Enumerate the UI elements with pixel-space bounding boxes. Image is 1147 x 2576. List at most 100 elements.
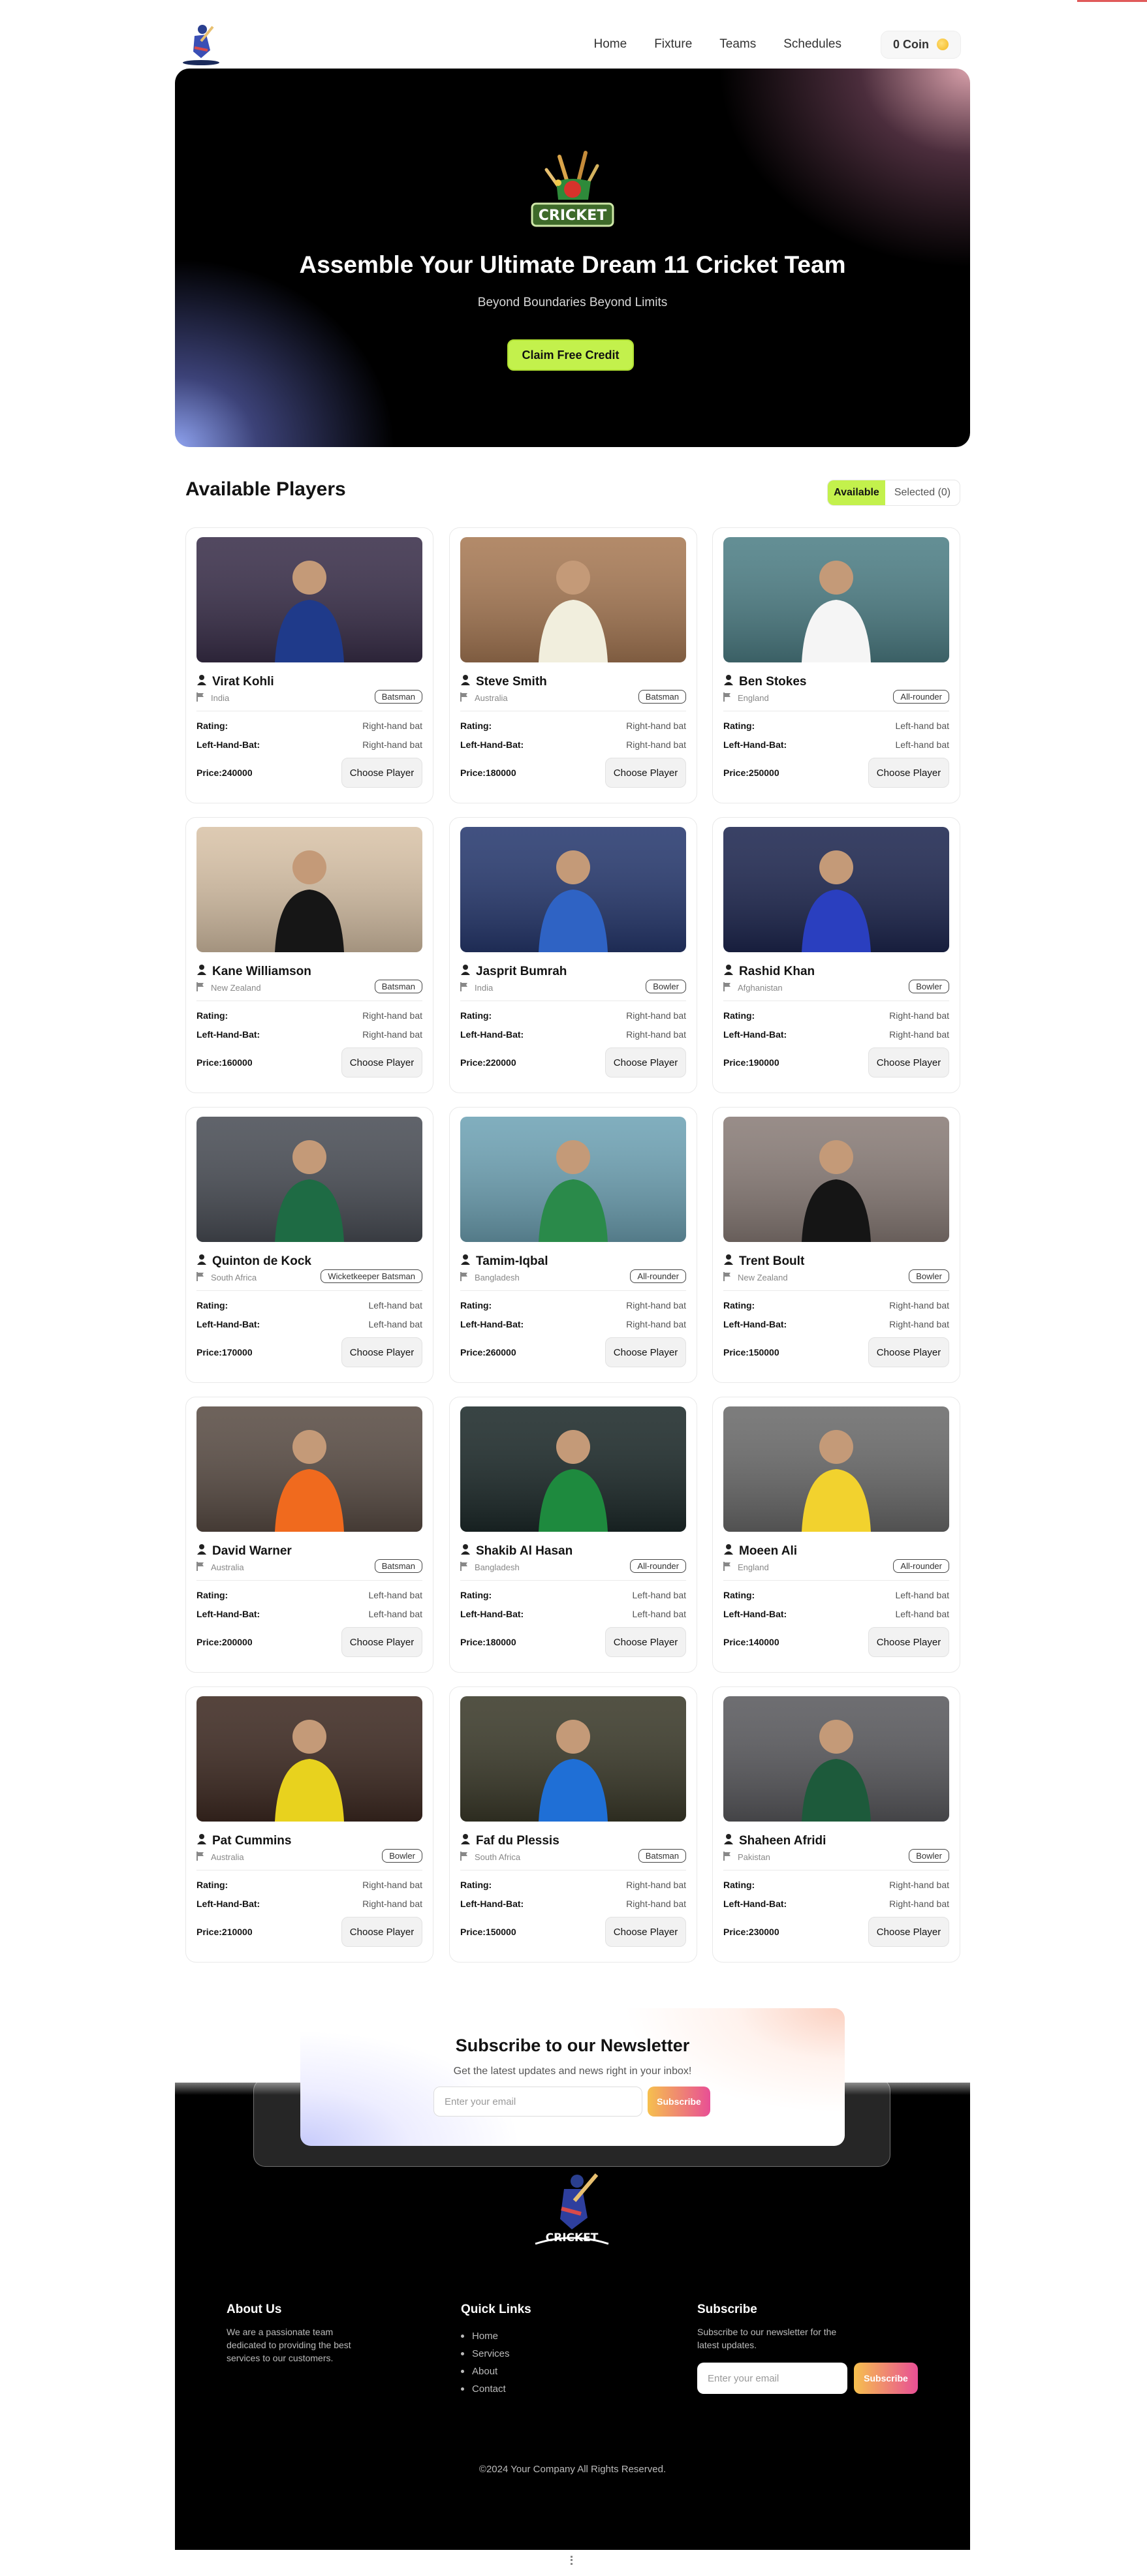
- rating-label: Rating:: [723, 1010, 755, 1021]
- player-photo: [460, 1696, 686, 1822]
- navbar: Home Fixture Teams Schedules 0 Coin: [175, 18, 961, 70]
- page: Home Fixture Teams Schedules 0 Coin CRIC…: [0, 0, 1147, 2576]
- rating-label: Rating:: [723, 1300, 755, 1311]
- rating-value: Left-hand bat: [632, 1590, 686, 1600]
- footer-logo: CRICKET: [529, 2167, 615, 2252]
- player-name: Tamim-Iqbal: [460, 1254, 548, 1269]
- player-card: Tamim-Iqbal Bangladesh All-rounder Rating: R…: [449, 1107, 697, 1383]
- player-name-text: Shaheen Afridi: [739, 1834, 826, 1848]
- hand-value: Left-hand bat: [895, 739, 949, 750]
- flag-icon: [460, 1272, 468, 1283]
- coin-icon: [937, 39, 949, 50]
- footer-subscribe-button[interactable]: Subscribe: [854, 2363, 918, 2394]
- choose-player-button[interactable]: Choose Player: [341, 1047, 422, 1078]
- flag-icon: [723, 982, 731, 993]
- footer-email-input[interactable]: Enter your email: [697, 2363, 847, 2394]
- player-photo: [196, 1406, 422, 1532]
- choose-player-button[interactable]: Choose Player: [868, 1047, 949, 1078]
- rating-value: Right-hand bat: [626, 1880, 686, 1890]
- rating-row: Rating: Right-hand bat: [196, 1880, 422, 1890]
- player-photo: [723, 827, 949, 952]
- footer-link-about[interactable]: About: [461, 2363, 510, 2380]
- choose-player-button[interactable]: Choose Player: [605, 1047, 686, 1078]
- newsletter-email-input[interactable]: Enter your email: [433, 2087, 642, 2117]
- player-role-badge: Wicketkeeper Batsman: [321, 1269, 422, 1283]
- hand-label: Left-Hand-Bat:: [460, 1609, 524, 1619]
- rating-label: Rating:: [460, 1590, 492, 1600]
- flag-icon: [196, 1272, 204, 1283]
- card-divider: [196, 1290, 422, 1291]
- nav-link-schedules[interactable]: Schedules: [783, 37, 841, 52]
- claim-free-credit-button[interactable]: Claim Free Credit: [507, 339, 634, 371]
- newsletter-title: Subscribe to our Newsletter: [455, 2036, 690, 2055]
- choose-player-button[interactable]: Choose Player: [605, 758, 686, 788]
- rating-label: Rating:: [460, 721, 492, 731]
- newsletter-subscribe-button[interactable]: Subscribe: [648, 2087, 710, 2117]
- rating-value: Right-hand bat: [362, 721, 422, 731]
- choose-player-button[interactable]: Choose Player: [868, 758, 949, 788]
- player-country: Bangladesh: [460, 1272, 520, 1283]
- player-card: Kane Williamson New Zealand Batsman Rating:…: [185, 817, 433, 1093]
- player-name: David Warner: [196, 1544, 292, 1559]
- person-icon: [196, 674, 207, 690]
- rating-value: Right-hand bat: [626, 1300, 686, 1311]
- footer-link-services[interactable]: Services: [461, 2345, 510, 2363]
- player-card: David Warner Australia Batsman Rating: Left-…: [185, 1397, 433, 1673]
- choose-player-button[interactable]: Choose Player: [341, 758, 422, 788]
- nav-link-teams[interactable]: Teams: [719, 37, 756, 52]
- player-photo: [723, 537, 949, 662]
- rating-row: Rating: Right-hand bat: [196, 1010, 422, 1021]
- cricket-banner-logo: CRICKET: [520, 144, 625, 232]
- tab-available[interactable]: Available: [828, 480, 885, 505]
- flag-icon: [196, 1852, 204, 1863]
- flag-icon: [460, 1852, 468, 1863]
- nav-link-fixture[interactable]: Fixture: [654, 37, 692, 52]
- hand-label: Left-Hand-Bat:: [723, 1319, 787, 1329]
- footer-logo-text: CRICKET: [546, 2231, 599, 2244]
- player-country-text: England: [738, 693, 769, 703]
- player-name: Kane Williamson: [196, 964, 311, 980]
- site-logo[interactable]: [175, 22, 227, 67]
- player-country: England: [723, 1562, 769, 1573]
- player-photo: [723, 1117, 949, 1242]
- choose-player-button[interactable]: Choose Player: [605, 1917, 686, 1947]
- resize-handle[interactable]: [571, 2556, 573, 2565]
- footer-link-contact[interactable]: Contact: [461, 2380, 510, 2398]
- nav-link-home[interactable]: Home: [594, 37, 627, 52]
- footer-links-title: Quick Links: [461, 2303, 531, 2316]
- player-role-badge: Batsman: [638, 1849, 686, 1863]
- choose-player-button[interactable]: Choose Player: [605, 1337, 686, 1367]
- footer-link-home[interactable]: Home: [461, 2327, 510, 2345]
- choose-player-button[interactable]: Choose Player: [341, 1627, 422, 1657]
- choose-player-button[interactable]: Choose Player: [868, 1917, 949, 1947]
- rating-value: Right-hand bat: [362, 1880, 422, 1890]
- player-country: Bangladesh: [460, 1562, 520, 1573]
- banner-text: CRICKET: [539, 208, 607, 224]
- player-photo: [723, 1696, 949, 1822]
- players-toggle: Available Selected (0): [827, 480, 960, 506]
- player-name-text: Shakib Al Hasan: [476, 1544, 573, 1558]
- player-name-text: Quinton de Kock: [212, 1254, 311, 1268]
- player-card: Shakib Al Hasan Bangladesh All-rounder Rati…: [449, 1397, 697, 1673]
- player-card: Pat Cummins Australia Bowler Rating: Right-h…: [185, 1686, 433, 1963]
- coin-balance-button[interactable]: 0 Coin: [880, 30, 961, 59]
- choose-player-button[interactable]: Choose Player: [868, 1337, 949, 1367]
- person-icon: [196, 1544, 207, 1559]
- choose-player-button[interactable]: Choose Player: [341, 1337, 422, 1367]
- player-name-text: Jasprit Bumrah: [476, 965, 567, 978]
- hand-row: Left-Hand-Bat: Right-hand bat: [196, 739, 422, 750]
- rating-row: Rating: Left-hand bat: [460, 1590, 686, 1600]
- rating-value: Right-hand bat: [889, 1880, 949, 1890]
- tab-selected[interactable]: Selected (0): [885, 480, 960, 505]
- rating-row: Rating: Right-hand bat: [723, 1010, 949, 1021]
- player-country-text: South Africa: [475, 1852, 521, 1862]
- player-country-text: Australia: [211, 1852, 244, 1862]
- hand-value: Right-hand bat: [626, 1029, 686, 1040]
- choose-player-button[interactable]: Choose Player: [868, 1627, 949, 1657]
- player-role-badge: All-rounder: [630, 1559, 686, 1573]
- hand-label: Left-Hand-Bat:: [460, 1319, 524, 1329]
- player-country-text: South Africa: [211, 1273, 257, 1282]
- choose-player-button[interactable]: Choose Player: [341, 1917, 422, 1947]
- player-country: Afghanistan: [723, 982, 783, 993]
- choose-player-button[interactable]: Choose Player: [605, 1627, 686, 1657]
